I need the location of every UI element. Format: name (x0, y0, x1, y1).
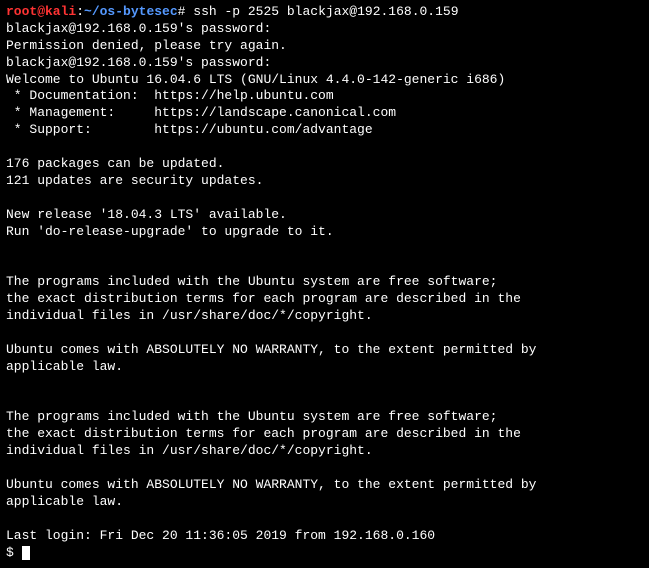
support-link: * Support: https://ubuntu.com/advantage (6, 122, 643, 139)
security-updates: 121 updates are security updates. (6, 173, 643, 190)
warranty-notice-1: Ubuntu comes with ABSOLUTELY NO WARRANTY… (6, 342, 643, 359)
shell-prompt[interactable]: $ (6, 545, 643, 562)
new-release: New release '18.04.3 LTS' available. (6, 207, 643, 224)
programs-notice-3: individual files in /usr/share/doc/*/cop… (6, 308, 643, 325)
blank-line (6, 460, 643, 477)
programs-notice-1: The programs included with the Ubuntu sy… (6, 274, 643, 291)
documentation-link: * Documentation: https://help.ubuntu.com (6, 88, 643, 105)
warranty-notice-2: applicable law. (6, 359, 643, 376)
prompt-path: ~/os-bytesec (84, 4, 178, 21)
password-prompt-1: blackjax@192.168.0.159's password: (6, 21, 643, 38)
prompt-user: root@kali (6, 4, 76, 21)
dollar-prompt: $ (6, 545, 22, 560)
prompt-hash: # (178, 4, 194, 21)
last-login: Last login: Fri Dec 20 11:36:05 2019 fro… (6, 528, 643, 545)
blank-line (6, 376, 643, 393)
warranty-notice-repeat-2: applicable law. (6, 494, 643, 511)
cursor-icon (22, 546, 30, 560)
terminal-output[interactable]: root@kali:~/os-bytesec# ssh -p 2525 blac… (6, 4, 643, 561)
permission-denied: Permission denied, please try again. (6, 38, 643, 55)
blank-line (6, 257, 643, 274)
programs-notice-repeat-3: individual files in /usr/share/doc/*/cop… (6, 443, 643, 460)
prompt-sep: : (76, 4, 84, 21)
blank-line (6, 325, 643, 342)
welcome-banner: Welcome to Ubuntu 16.04.6 LTS (GNU/Linux… (6, 72, 643, 89)
packages-update: 176 packages can be updated. (6, 156, 643, 173)
prompt-line: root@kali:~/os-bytesec# ssh -p 2525 blac… (6, 4, 643, 21)
blank-line (6, 190, 643, 207)
management-link: * Management: https://landscape.canonica… (6, 105, 643, 122)
blank-line (6, 392, 643, 409)
password-prompt-2: blackjax@192.168.0.159's password: (6, 55, 643, 72)
programs-notice-repeat-2: the exact distribution terms for each pr… (6, 426, 643, 443)
do-release-upgrade: Run 'do-release-upgrade' to upgrade to i… (6, 224, 643, 241)
programs-notice-2: the exact distribution terms for each pr… (6, 291, 643, 308)
warranty-notice-repeat-1: Ubuntu comes with ABSOLUTELY NO WARRANTY… (6, 477, 643, 494)
blank-line (6, 139, 643, 156)
blank-line (6, 240, 643, 257)
ssh-command: ssh -p 2525 blackjax@192.168.0.159 (193, 4, 458, 21)
blank-line (6, 511, 643, 528)
programs-notice-repeat-1: The programs included with the Ubuntu sy… (6, 409, 643, 426)
